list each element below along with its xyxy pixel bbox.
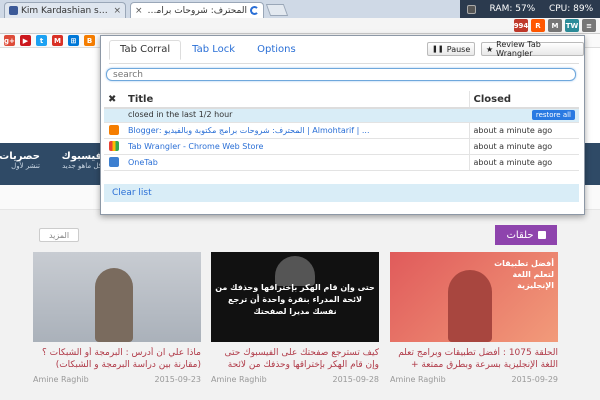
post-author[interactable]: Amine Raghib [211, 375, 267, 384]
system-monitor: RAM: 57% CPU: 89% [460, 0, 600, 18]
close-all-icon[interactable]: ✖ [104, 91, 124, 109]
chrome-web-store-icon [109, 141, 119, 151]
rss-icon [537, 231, 546, 239]
windows-icon[interactable]: ⊞ [68, 35, 79, 46]
popup-tabs: Tab Corral Tab Lock Options [109, 40, 307, 60]
browser-tab-1[interactable]: Kim Kardashian says Kany × [4, 2, 126, 18]
new-tab-button[interactable] [265, 4, 289, 16]
close-icon[interactable]: × [113, 6, 121, 16]
closed-tabs-table: ✖ Title Closed closed in the last 1/2 ho… [104, 91, 579, 171]
browser-tab-2[interactable]: المحترف: شروحات برامج مكتوبة × [130, 2, 264, 18]
nav-item-facebook[interactable]: فيسبوك كل ماهو جديد [50, 151, 102, 170]
post-card-1[interactable]: أفضل تطبيقات لتعلم اللغة الإنجليزية الحل… [390, 252, 558, 384]
post-date: 2015-09-29 [511, 375, 559, 384]
browser-toolbar: 994 R M TW ≡ [0, 18, 600, 34]
table-row[interactable]: Tab Wrangler - Chrome Web Store about a … [104, 138, 579, 155]
nav-sub: تنشر لأول [11, 162, 40, 170]
group-row: closed in the last 1/2 hour restore all [104, 108, 579, 123]
tab-wrangler-icon[interactable]: TW [565, 19, 579, 32]
tab-strip: Kim Kardashian says Kany × المحترف: شروح… [0, 0, 600, 18]
person-silhouette [95, 268, 133, 342]
table-row[interactable]: Blogger: المحترف: شروحات برامج مكتوبة وب… [104, 122, 579, 139]
post-card-3[interactable]: ماذا علي ان أدرس : البرمجة أو الشبكات ؟ … [33, 252, 201, 384]
clear-list-button[interactable]: Clear list [104, 184, 579, 202]
post-meta: 2015-09-29 Amine Raghib [390, 375, 558, 384]
tab-title: Kim Kardashian says Kany [21, 5, 110, 16]
tab-lock[interactable]: Tab Lock [181, 40, 246, 60]
post-title[interactable]: الحلقة 1075 : أفضل تطبيقات وبرامج تعلم ا… [390, 347, 558, 371]
row-title[interactable]: Tab Wrangler - Chrome Web Store [128, 142, 263, 151]
group-label: closed in the last 1/2 hour [128, 110, 233, 120]
google-plus-icon[interactable]: g+ [4, 35, 15, 46]
post-date: 2015-09-28 [332, 375, 380, 384]
nav-item-exclusives[interactable]: حصريات تنشر لأول [0, 151, 40, 170]
pause-label: Pause [446, 44, 471, 54]
thumbnail-caption: حتى وإن قام الهكر بإختراقها وحذفك من لائ… [215, 283, 375, 316]
mail-icon[interactable]: M [548, 19, 562, 32]
pause-button[interactable]: ❚❚ Pause [427, 42, 476, 56]
pause-icon: ❚❚ [432, 45, 444, 53]
row-title[interactable]: OneTab [128, 158, 158, 167]
person-silhouette [448, 270, 492, 342]
post-thumbnail[interactable]: حتى وإن قام الهكر بإختراقها وحذفك من لائ… [211, 252, 379, 342]
star-icon: ★ [486, 44, 494, 54]
menu-icon[interactable]: ≡ [582, 19, 596, 32]
column-title: Title [124, 91, 469, 109]
nav-label: حصريات [0, 151, 40, 162]
youtube-icon[interactable]: ▶ [20, 35, 31, 46]
post-thumbnail[interactable]: أفضل تطبيقات لتعلم اللغة الإنجليزية [390, 252, 558, 342]
row-closed: about a minute ago [468, 154, 579, 171]
table-row[interactable]: OneTab about a minute ago [104, 154, 579, 171]
restore-all-button[interactable]: restore all [531, 110, 575, 121]
table-header: ✖ Title Closed [104, 91, 579, 109]
row-closed: about a minute ago [468, 138, 579, 155]
reddit-icon[interactable]: R [531, 19, 545, 32]
column-closed: Closed [468, 91, 579, 109]
loading-icon [250, 6, 259, 15]
blogger-icon [109, 125, 119, 135]
post-author[interactable]: Amine Raghib [33, 375, 89, 384]
tab-wrangler-popup: Tab Corral Tab Lock Options ❚❚ Pause ★ R… [100, 35, 585, 215]
row-title[interactable]: Blogger: المحترف: شروحات برامج مكتوبة وب… [128, 126, 370, 135]
post-thumbnail[interactable] [33, 252, 201, 342]
nav-sub: كل ماهو جديد [62, 162, 102, 170]
section-header: المزيد حلقات [33, 225, 557, 245]
review-button[interactable]: ★ Review Tab Wrangler [481, 40, 584, 58]
facebook-icon [9, 6, 18, 15]
ram-usage: RAM: 57% [489, 4, 536, 14]
tab-divider [109, 63, 579, 64]
cpu-usage: CPU: 89% [548, 4, 594, 14]
section-title[interactable]: حلقات [495, 225, 557, 245]
tab-title: المحترف: شروحات برامج مكتوبة [146, 5, 247, 16]
tab-options[interactable]: Options [246, 40, 307, 60]
gmail-icon[interactable]: M [52, 35, 63, 46]
post-author[interactable]: Amine Raghib [390, 375, 446, 384]
onetab-icon [109, 157, 119, 167]
close-icon[interactable]: × [135, 6, 143, 16]
post-date: 2015-09-23 [154, 375, 202, 384]
post-title[interactable]: كيف تسترجع صفحتك على الفيسبوك حتى وإن قا… [211, 347, 379, 371]
nav-label: فيسبوك [61, 151, 102, 162]
post-title[interactable]: ماذا علي ان أدرس : البرمجة أو الشبكات ؟ … [33, 347, 201, 371]
extension-icons: 994 R M TW ≡ [514, 19, 596, 32]
post-meta: 2015-09-28 Amine Raghib [211, 375, 379, 384]
clear-list-label: Clear list [112, 188, 152, 198]
search-input[interactable] [106, 68, 576, 81]
review-label: Review Tab Wrangler [496, 40, 541, 58]
section-title-label: حلقات [506, 229, 534, 241]
tab-corral[interactable]: Tab Corral [109, 40, 182, 60]
blogger-icon[interactable]: B [84, 35, 95, 46]
more-label: المزيد [48, 230, 70, 240]
row-closed: about a minute ago [468, 122, 579, 139]
monitor-icon [466, 4, 476, 14]
ublock-icon[interactable]: 994 [514, 19, 528, 32]
twitter-icon[interactable]: t [36, 35, 47, 46]
post-card-2[interactable]: حتى وإن قام الهكر بإختراقها وحذفك من لائ… [211, 252, 379, 384]
more-button[interactable]: المزيد [39, 228, 79, 242]
post-meta: 2015-09-23 Amine Raghib [33, 375, 201, 384]
